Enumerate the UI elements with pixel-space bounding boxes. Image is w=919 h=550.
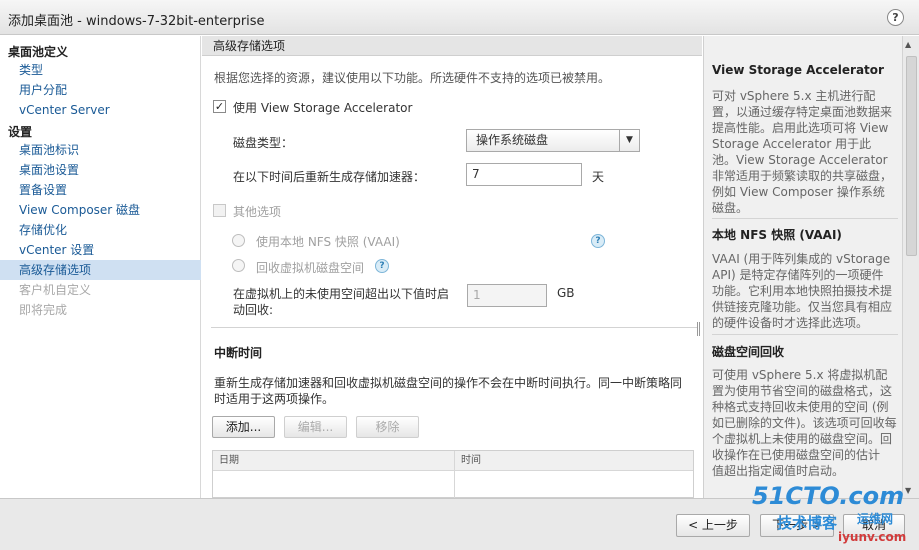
- help-separator: [712, 334, 898, 335]
- nav-section-pool-definition: 桌面池定义: [8, 45, 69, 59]
- column-header-time[interactable]: 时间: [455, 451, 481, 471]
- other-options-checkbox: [213, 204, 226, 217]
- nav-item-guest-customization: 客户机自定义: [19, 283, 92, 297]
- blackout-desc-2: 时适用于这两项操作。: [214, 392, 335, 406]
- help-text-reclaim: 可使用 vSphere 5.x 将虚拟机配 置为使用节省空间的磁盘格式，这 种格…: [712, 368, 897, 478]
- blackout-title: 中断时间: [214, 346, 263, 360]
- help-title-nfs: 本地 NFS 快照 (VAAI): [712, 228, 842, 242]
- other-options-label: 其他选项: [233, 205, 282, 219]
- add-button[interactable]: 添加...: [212, 416, 275, 438]
- nav-item-advanced-storage[interactable]: 高级存储选项: [0, 260, 201, 280]
- disk-type-select[interactable]: 操作系统磁盘 ▼: [466, 129, 640, 152]
- scroll-down-icon[interactable]: ▼: [905, 486, 911, 495]
- blackout-desc-1: 重新生成存储加速器和回收虚拟机磁盘空间的操作不会在中断时间执行。同一中断策略同: [214, 376, 683, 390]
- column-header-date[interactable]: 日期: [213, 451, 239, 471]
- vsa-checkbox-label: 使用 View Storage Accelerator: [233, 101, 413, 115]
- regen-unit: 天: [592, 170, 605, 184]
- nfs-snapshot-radio: [232, 234, 245, 247]
- nav-item-type[interactable]: 类型: [0, 60, 201, 80]
- nav-item-pool-id[interactable]: 桌面池标识: [0, 140, 201, 160]
- reclaim-space-radio: [232, 259, 245, 272]
- help-text-nfs: VAAI (用于阵列集成的 vStorage API) 是特定存储阵列的一项硬件…: [712, 252, 893, 330]
- nav-item-composer-disks[interactable]: View Composer 磁盘: [0, 200, 201, 220]
- reclaim-threshold-label-1: 在虚拟机上的未使用空间超出以下值时启: [233, 287, 450, 301]
- vsa-checkbox[interactable]: ✓: [213, 100, 226, 113]
- column-separator: [454, 451, 455, 499]
- intro-text: 根据您选择的资源，建议使用以下功能。所选硬件不支持的选项已被禁用。: [214, 71, 611, 85]
- nav-item-pool-settings[interactable]: 桌面池设置: [0, 160, 201, 180]
- wizard-nav: 桌面池定义 类型 用户分配 vCenter Server 设置 桌面池标识 桌面…: [0, 36, 201, 498]
- window-title: 添加桌面池 - windows-7-32bit-enterprise: [8, 14, 265, 29]
- watermark-site-url: iyunv.com: [838, 530, 907, 544]
- help-scrollbar[interactable]: ▲ ▼: [902, 36, 919, 498]
- scroll-thumb[interactable]: [906, 56, 917, 256]
- reclaim-space-label: 回收虚拟机磁盘空间: [256, 261, 365, 275]
- disk-type-label: 磁盘类型：: [233, 136, 294, 150]
- nav-item-storage-optimization[interactable]: 存储优化: [0, 220, 201, 240]
- help-panel: View Storage Accelerator 可对 vSphere 5.x …: [703, 36, 902, 498]
- regen-days-input[interactable]: 7: [466, 163, 582, 186]
- edit-button: 编辑...: [284, 416, 347, 438]
- nav-item-provisioning[interactable]: 置备设置: [0, 180, 201, 200]
- nav-item-vcenter-settings[interactable]: vCenter 设置: [0, 240, 201, 260]
- blackout-table: 日期 时间: [212, 450, 694, 499]
- regen-label: 在以下时间后重新生成存储加速器：: [233, 170, 426, 184]
- help-title-vsa: View Storage Accelerator: [712, 63, 884, 77]
- reclaim-threshold-unit: GB: [557, 286, 575, 300]
- help-title-reclaim: 磁盘空间回收: [712, 345, 785, 359]
- disk-type-value: 操作系统磁盘: [476, 133, 549, 147]
- splitter-handle[interactable]: [697, 322, 700, 336]
- remove-button: 移除: [356, 416, 419, 438]
- nav-section-settings: 设置: [8, 125, 33, 139]
- watermark-site-label: 运维网: [857, 512, 894, 526]
- reclaim-threshold-label-2: 动回收:: [233, 303, 274, 317]
- section-divider: [211, 327, 698, 328]
- main-panel: 高级存储选项 根据您选择的资源，建议使用以下功能。所选硬件不支持的选项已被禁用。…: [202, 36, 702, 499]
- nfs-snapshot-label: 使用本地 NFS 快照 (VAAI): [256, 235, 400, 249]
- back-button[interactable]: < 上一步: [676, 514, 750, 537]
- help-separator: [712, 218, 898, 219]
- help-icon[interactable]: ?: [887, 9, 904, 26]
- watermark-brand: 51CTO.com: [752, 482, 905, 510]
- watermark-line2: 技术博客: [777, 514, 838, 532]
- help-text-vsa: 可对 vSphere 5.x 主机进行配 置，以通过缓存特定桌面池数据来 提高性…: [712, 89, 893, 215]
- nav-item-user-assignment[interactable]: 用户分配: [0, 80, 201, 100]
- section-header: 高级存储选项: [202, 36, 702, 56]
- reclaim-help-icon[interactable]: ?: [375, 259, 389, 273]
- nav-item-vcenter-server[interactable]: vCenter Server: [0, 100, 201, 120]
- table-header: 日期 时间: [213, 451, 693, 471]
- chevron-down-icon: ▼: [619, 130, 639, 151]
- reclaim-threshold-input: 1: [467, 284, 547, 307]
- nav-item-ready-to-complete: 即将完成: [19, 303, 68, 317]
- nfs-help-icon[interactable]: ?: [591, 234, 605, 248]
- scroll-up-icon[interactable]: ▲: [905, 40, 911, 49]
- title-bar: 添加桌面池 - windows-7-32bit-enterprise ?: [0, 0, 919, 35]
